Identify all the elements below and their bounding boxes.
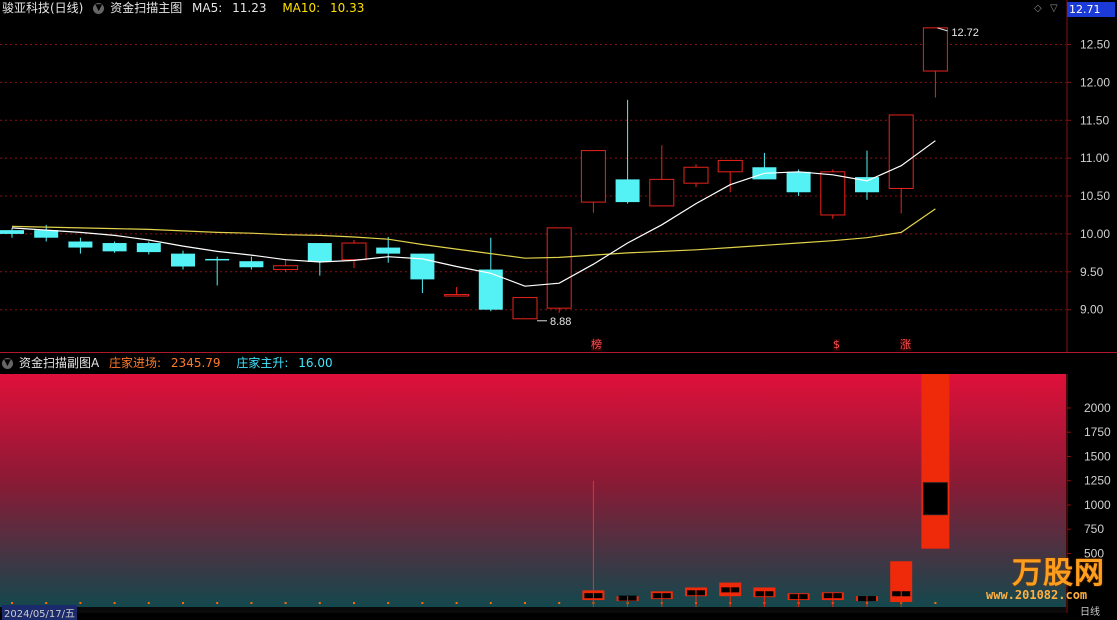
collapse-icon[interactable]: ▼ (93, 3, 105, 14)
y-tick-label: 1250 (1084, 474, 1111, 488)
ma10-value: 10.33 (330, 1, 365, 15)
baseline-dot (79, 602, 82, 604)
candle-up (580, 150, 606, 203)
y-tick-label: 12.50 (1080, 38, 1110, 52)
signal-core (922, 482, 948, 516)
volume-chart[interactable]: 20001750150012501000750500 (0, 374, 1117, 613)
candle-down (102, 243, 127, 252)
candle-down (786, 171, 811, 193)
baseline-dot (558, 602, 561, 604)
y-tick-label: 11.00 (1080, 151, 1109, 165)
baseline-dot (250, 602, 253, 604)
y-tick-label: 10.50 (1080, 189, 1110, 203)
baseline-dot (455, 602, 458, 604)
y-tick-label: 750 (1084, 522, 1104, 536)
baseline-dot (45, 602, 48, 604)
baseline-dot (421, 602, 424, 604)
sub-collapse-icon[interactable]: ▼ (2, 358, 13, 369)
baseline-dot (216, 602, 219, 604)
y-tick-label: 10.00 (1080, 227, 1110, 241)
main-header: 骏亚科技(日线) ▼ 资金扫描主图 MA5: 11.23 MA10: 10.33 (2, 1, 376, 16)
ma5-label: MA5: 11.23 (192, 1, 267, 15)
watermark-logo: 万股网 (1012, 556, 1105, 591)
baseline-dot (318, 602, 321, 604)
candle-up (922, 27, 948, 72)
baseline-dot (387, 602, 390, 604)
candle-down (239, 261, 264, 268)
candle-up (273, 265, 299, 271)
current-price-badge: 12.71 (1067, 2, 1115, 17)
period-label[interactable]: 日线 (1080, 603, 1100, 618)
ma5-line (11, 140, 936, 287)
candle-up (546, 227, 572, 309)
baseline-dot (284, 602, 287, 604)
baseline-dot (489, 602, 492, 604)
candle-down (34, 230, 59, 238)
candle-down (478, 269, 503, 310)
high-label: 12.72 (951, 27, 979, 39)
inflow-value: 2345.79 (170, 356, 221, 370)
candlestick-chart[interactable]: 12.50 12.00 11.50 11.00 10.50 10.00 9.50 9.00 12… (0, 0, 1117, 352)
baseline-dot (182, 602, 184, 604)
stock-name[interactable]: 骏亚科技(日线) (2, 1, 83, 15)
y-tick-label: 2000 (1084, 401, 1111, 415)
y-tick-label: 1000 (1084, 498, 1111, 512)
rise-label: 庄家主升: 16.00 (236, 356, 333, 370)
candle-up (683, 166, 709, 184)
rise-value: 16.00 (298, 356, 333, 370)
candle-down (410, 253, 435, 280)
baseline-dot (524, 602, 526, 604)
candle-up (341, 242, 367, 261)
ma5-value: 11.23 (232, 1, 267, 15)
candle-down (68, 241, 93, 248)
candle-down (205, 258, 230, 261)
y-tick-label: 11.50 (1080, 113, 1109, 127)
candle-down (171, 253, 195, 267)
chevron-down-icon[interactable]: ▽ (1050, 3, 1058, 14)
signal-bar (921, 374, 950, 549)
baseline-dot (934, 602, 937, 604)
candle-up (649, 178, 675, 207)
y-tick-label: 12.00 (1080, 75, 1110, 89)
time-axis (0, 607, 1066, 613)
candle-down (136, 243, 161, 253)
candle-up (888, 114, 914, 189)
main-indicator-name[interactable]: 资金扫描主图 (110, 1, 182, 15)
y-tick-label: 1500 (1084, 449, 1111, 463)
sub-chart-panel[interactable]: 2000 1750 1500 1250 1000 750 500 (0, 374, 1117, 613)
sub-header: ▼ 资金扫描副图A 庄家进场: 2345.79 庄家主升: 16.00 (0, 353, 1117, 374)
watermark-url: www.201082.com (986, 588, 1088, 602)
y-tick-label: 9.00 (1080, 303, 1104, 317)
inflow-label: 庄家进场: 2345.79 (109, 356, 221, 370)
sub-indicator-name[interactable]: 资金扫描副图A (19, 356, 99, 370)
baseline-dot (353, 602, 355, 604)
candle-up (512, 297, 538, 320)
marker-dollar[interactable]: $ (833, 339, 840, 351)
baseline-dot (11, 602, 13, 604)
candle-up (717, 159, 743, 173)
main-chart-panel[interactable]: 12.50 12.00 11.50 11.00 10.50 10.00 9.50 9.00 12… (0, 0, 1117, 352)
candle-down (0, 230, 24, 234)
y-tick-label: 1750 (1084, 425, 1111, 439)
candle-up (820, 171, 846, 216)
low-label: 8.88 (550, 316, 571, 328)
y-tick-label: 9.50 (1080, 265, 1104, 279)
candle-down (376, 247, 401, 254)
baseline-dot (113, 602, 116, 604)
diamond-icon[interactable]: ◇ (1034, 3, 1042, 14)
candle-down (307, 243, 332, 262)
marker-bang[interactable]: 榜 (591, 339, 602, 351)
baseline-dot (147, 602, 150, 604)
ma10-label: MA10: 10.33 (282, 1, 365, 15)
candle-down (615, 179, 640, 203)
candle-up (444, 294, 470, 297)
marker-zhang[interactable]: 涨 (900, 339, 911, 351)
